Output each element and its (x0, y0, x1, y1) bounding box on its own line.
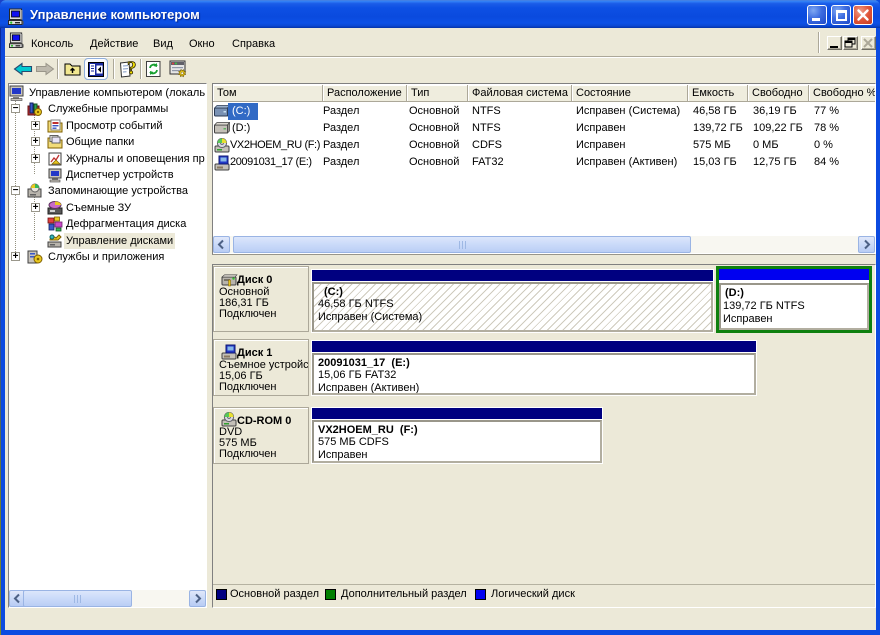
svg-text:?: ? (127, 59, 137, 79)
